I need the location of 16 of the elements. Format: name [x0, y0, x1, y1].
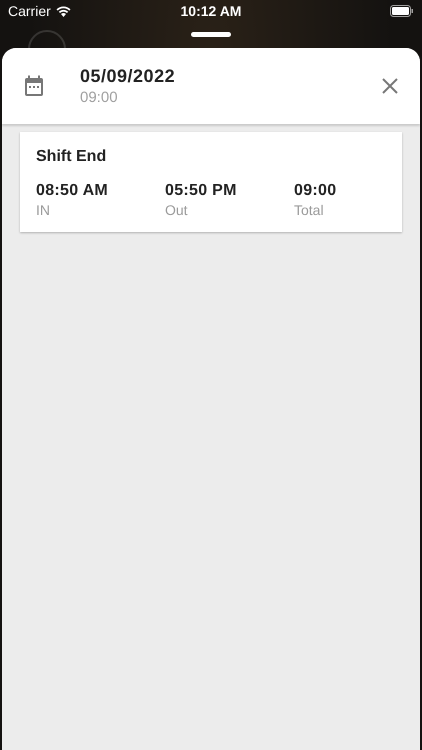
drag-handle[interactable] [191, 32, 231, 37]
time-label: Total [294, 202, 324, 218]
calendar-icon [24, 75, 44, 97]
time-value: 09:00 [294, 182, 336, 200]
time-value: 05:50 PM [165, 182, 237, 200]
carrier-label: Carrier [8, 3, 51, 19]
card-title: Shift End [36, 148, 108, 166]
time-value: 08:50 AM [36, 182, 108, 200]
date-text: 05/09/2022 [80, 66, 176, 87]
wifi-icon [56, 6, 71, 16]
time-label: IN [36, 202, 50, 218]
hours-text: 09:00 [80, 89, 118, 106]
time-label: Out [165, 202, 188, 218]
close-button[interactable] [382, 78, 398, 94]
battery-icon [390, 5, 414, 17]
clock-time: 10:12 AM [180, 3, 242, 19]
